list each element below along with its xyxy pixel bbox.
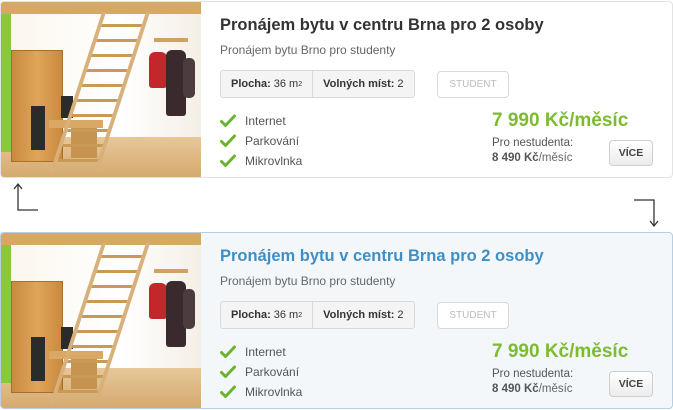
amenity-item: Mikrovlnka <box>220 151 302 171</box>
spec-free-label: Volných míst: <box>323 78 395 90</box>
spec-area-value: 36 m <box>273 78 299 90</box>
spec-area-label: Plocha: <box>231 309 271 321</box>
check-icon <box>220 154 236 168</box>
apartment-photo[interactable] <box>1 233 201 408</box>
spec-area: Plocha: 36 m2 <box>221 71 312 97</box>
listing-subtitle: Pronájem bytu Brno pro studenty <box>220 43 396 57</box>
nonstudent-price-suffix: /měsíc <box>538 152 573 164</box>
amenity-item: Mikrovlnka <box>220 382 302 402</box>
spec-area-value: 36 m <box>273 309 299 321</box>
photo-green-wall <box>1 2 11 152</box>
spec-box: Plocha: 36 m2 Volných míst: 2 <box>220 70 415 98</box>
apartment-photo[interactable] <box>1 2 201 177</box>
arrow-up-left-icon <box>13 182 38 211</box>
amenity-label: Mikrovlnka <box>245 154 303 168</box>
photo-green-wall <box>1 233 11 383</box>
photo-chair <box>31 106 45 150</box>
arrow-down-right-icon <box>634 199 659 228</box>
check-icon <box>220 385 236 399</box>
listing-card-hover[interactable]: Pronájem bytu v centru Brna pro 2 osoby … <box>0 232 673 409</box>
spec-free-value: 2 <box>397 309 404 321</box>
listing-title[interactable]: Pronájem bytu v centru Brna pro 2 osoby <box>220 247 544 266</box>
photo-coat-rack <box>154 269 188 273</box>
student-badge: STUDENT <box>437 71 509 98</box>
spec-free-places: Volných míst: 2 <box>312 302 413 328</box>
nonstudent-label: Pro nestudenta: <box>492 137 574 149</box>
nonstudent-price: 8 490 Kč <box>492 152 539 164</box>
spec-area: Plocha: 36 m2 <box>221 302 312 328</box>
amenity-item: Internet <box>220 342 302 362</box>
amenity-list: Internet Parkování Mikrovlnka <box>220 342 302 402</box>
photo-coat <box>183 58 195 98</box>
photo-coat <box>149 283 167 319</box>
listing-subtitle: Pronájem bytu Brno pro studenty <box>220 274 396 288</box>
spec-box: Plocha: 36 m2 Volných míst: 2 <box>220 301 415 329</box>
spec-area-label: Plocha: <box>231 78 271 90</box>
spec-free-value: 2 <box>397 78 404 90</box>
amenity-label: Parkování <box>245 134 300 148</box>
listing-title[interactable]: Pronájem bytu v centru Brna pro 2 osoby <box>220 16 544 35</box>
more-button[interactable]: VÍCE <box>609 140 653 166</box>
spec-free-label: Volných míst: <box>323 309 395 321</box>
nonstudent-price-block: Pro nestudenta: 8 490 Kč/měsíc <box>492 136 573 166</box>
amenity-label: Mikrovlnka <box>245 385 303 399</box>
more-button[interactable]: VÍCE <box>609 371 653 397</box>
amenity-item: Parkování <box>220 362 302 382</box>
check-icon <box>220 345 236 359</box>
nonstudent-label: Pro nestudenta: <box>492 368 574 380</box>
photo-chair <box>31 337 45 381</box>
student-price: 7 990 Kč/měsíc <box>492 110 629 131</box>
spec-free-places: Volných míst: 2 <box>312 71 413 97</box>
check-icon <box>220 114 236 128</box>
amenity-item: Internet <box>220 111 302 131</box>
amenity-label: Internet <box>245 114 286 128</box>
amenity-item: Parkování <box>220 131 302 151</box>
photo-coat <box>149 52 167 88</box>
photo-coat-rack <box>154 38 188 42</box>
photo-coat <box>183 289 195 329</box>
amenity-label: Parkování <box>245 365 300 379</box>
nonstudent-price: 8 490 Kč <box>492 383 539 395</box>
check-icon <box>220 365 236 379</box>
nonstudent-price-block: Pro nestudenta: 8 490 Kč/měsíc <box>492 367 573 397</box>
student-price: 7 990 Kč/měsíc <box>492 341 629 362</box>
spec-area-unit-exponent: 2 <box>298 311 303 319</box>
listing-card[interactable]: Pronájem bytu v centru Brna pro 2 osoby … <box>0 1 673 178</box>
amenity-label: Internet <box>245 345 286 359</box>
amenity-list: Internet Parkování Mikrovlnka <box>220 111 302 171</box>
check-icon <box>220 134 236 148</box>
nonstudent-price-suffix: /měsíc <box>538 383 573 395</box>
spec-area-unit-exponent: 2 <box>298 80 303 88</box>
student-badge: STUDENT <box>437 302 509 329</box>
